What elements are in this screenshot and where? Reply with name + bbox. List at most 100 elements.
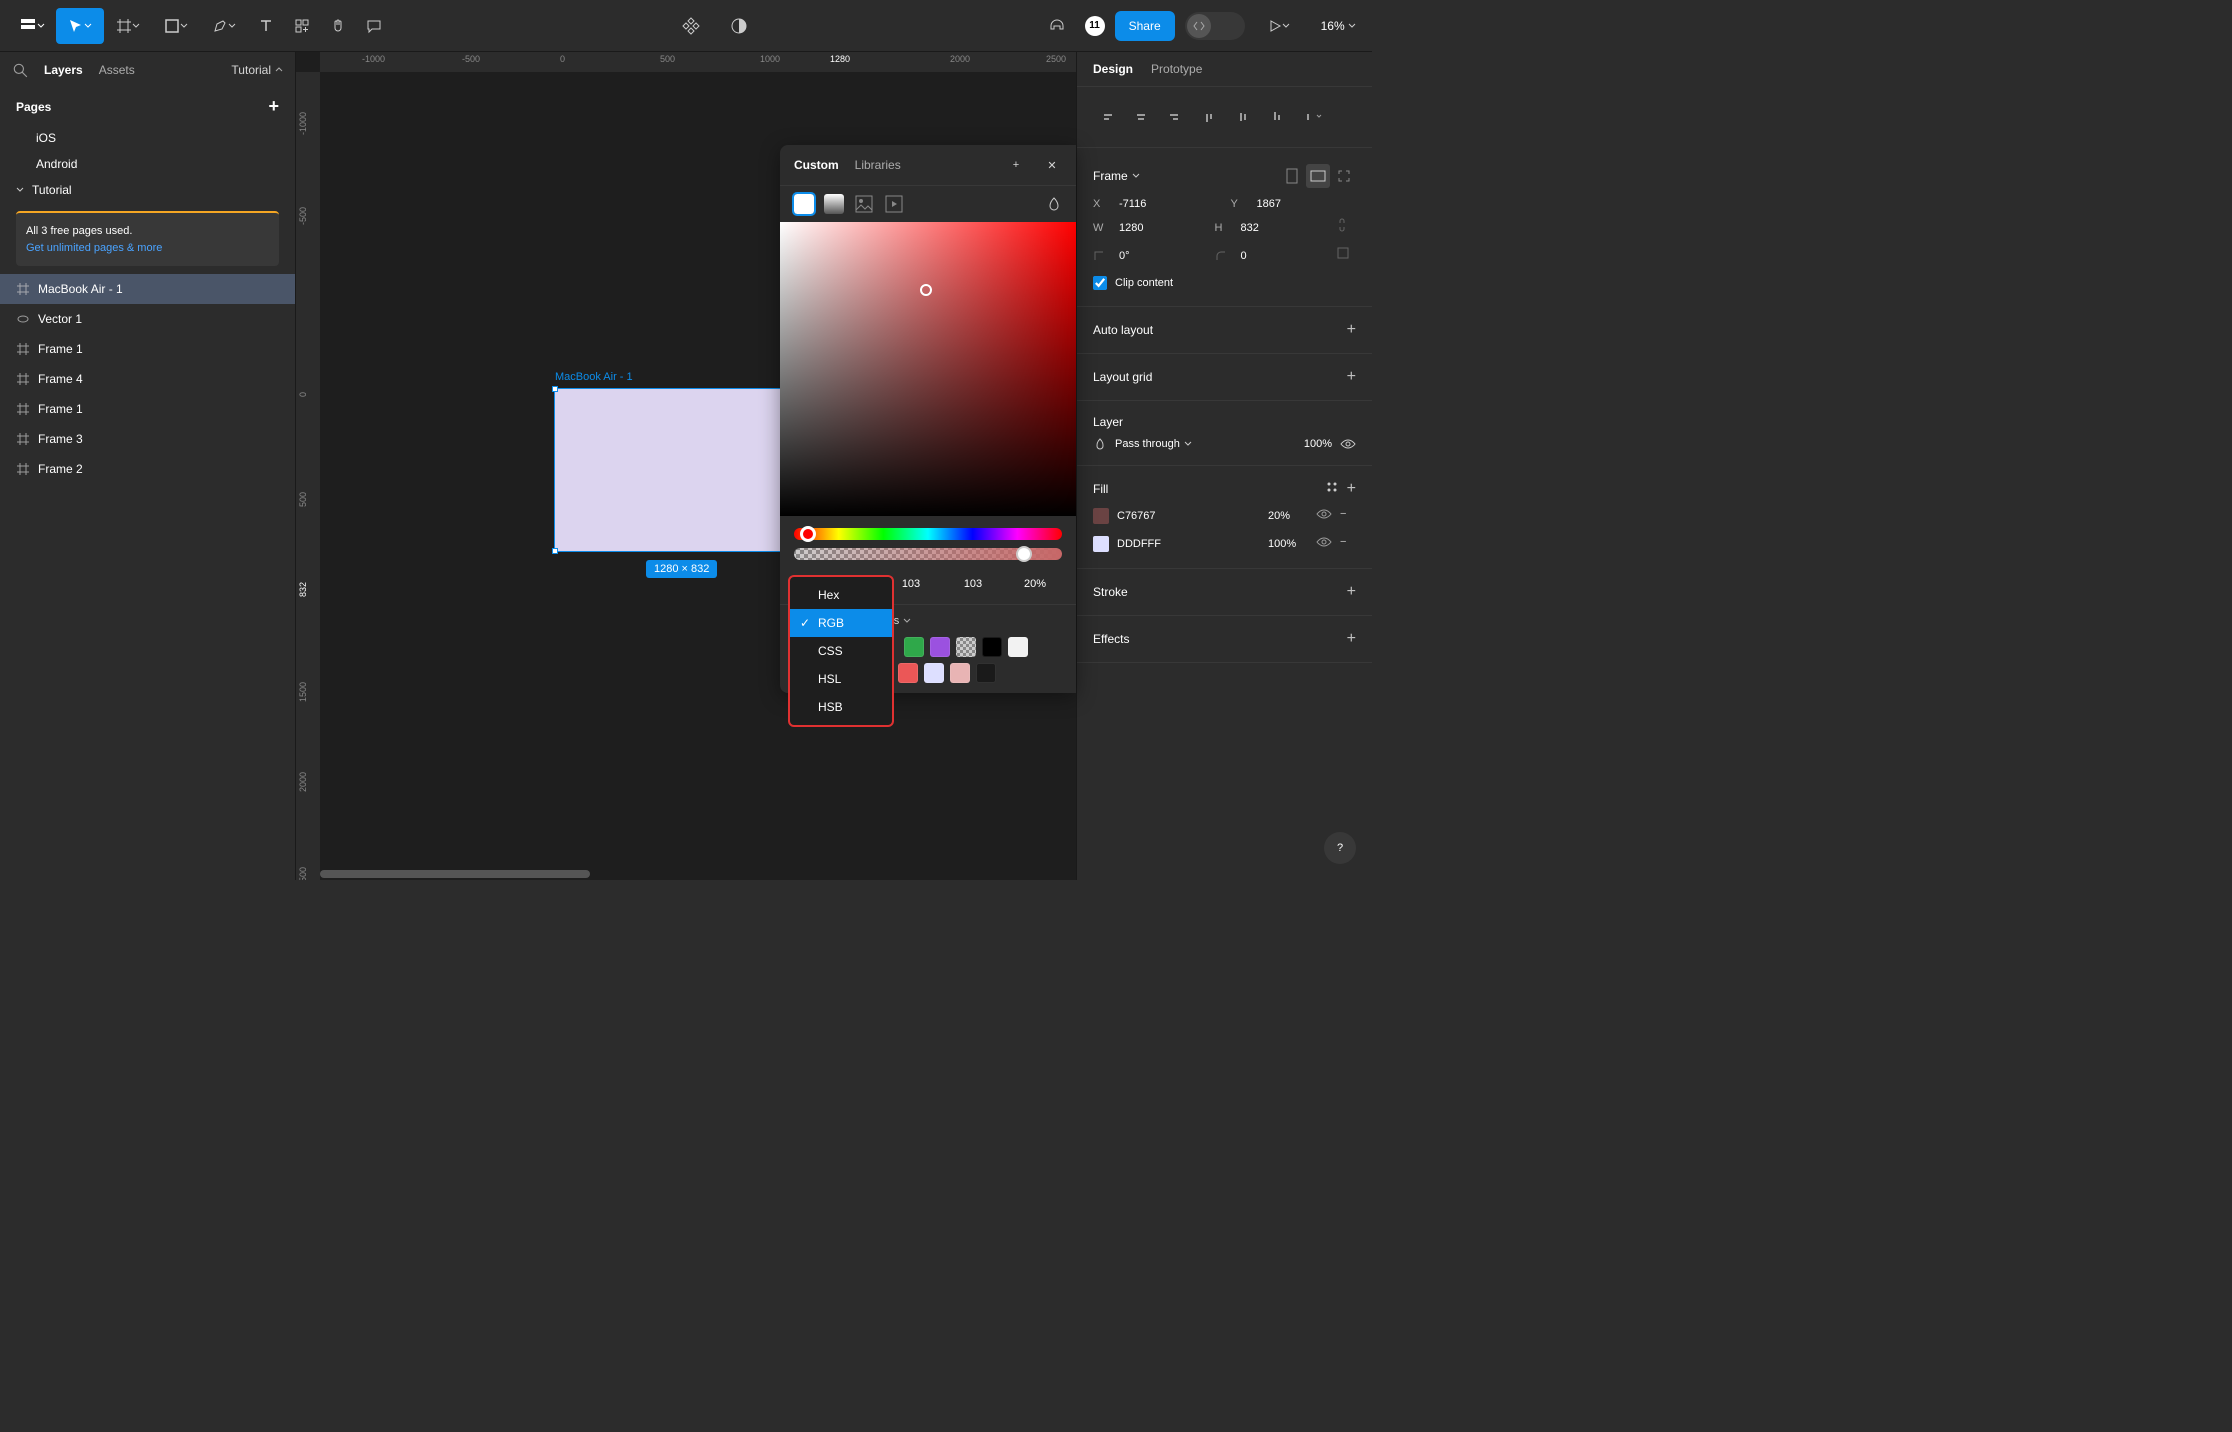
- alpha-value[interactable]: 20%: [1008, 574, 1062, 594]
- add-style-button[interactable]: +: [1006, 155, 1026, 175]
- layer-frame-3[interactable]: Frame 3: [0, 424, 295, 454]
- color-picker-dot[interactable]: [920, 284, 932, 296]
- page-item-android[interactable]: Android: [0, 151, 295, 177]
- swatch[interactable]: [930, 637, 950, 657]
- mask-icon[interactable]: [721, 8, 757, 44]
- align-top[interactable]: [1195, 105, 1223, 129]
- page-item-tutorial[interactable]: Tutorial: [0, 177, 295, 203]
- mode-option-css[interactable]: CSS: [790, 637, 892, 665]
- blend-mode-icon[interactable]: [1046, 196, 1062, 212]
- eye-icon[interactable]: [1316, 508, 1332, 524]
- swatch[interactable]: [1008, 637, 1028, 657]
- upgrade-link[interactable]: Get unlimited pages & more: [26, 240, 269, 257]
- orient-portrait[interactable]: [1280, 164, 1304, 188]
- hue-slider[interactable]: [794, 528, 1062, 540]
- share-button[interactable]: Share: [1115, 11, 1175, 41]
- fill-opacity[interactable]: 20%: [1268, 510, 1308, 522]
- frame-type-dropdown[interactable]: Frame: [1093, 169, 1140, 183]
- b-value[interactable]: 103: [946, 574, 1000, 594]
- layer-visibility[interactable]: [1340, 438, 1356, 450]
- swatch[interactable]: [924, 663, 944, 683]
- mode-option-hex[interactable]: Hex: [790, 581, 892, 609]
- layer-frame-2[interactable]: Frame 2: [0, 454, 295, 484]
- add-layoutgrid[interactable]: +: [1347, 368, 1356, 386]
- distribute[interactable]: [1297, 105, 1325, 129]
- zoom-level[interactable]: 16%: [1313, 19, 1364, 33]
- independent-corners[interactable]: [1336, 246, 1356, 266]
- solid-fill-type[interactable]: [794, 194, 814, 214]
- dev-mode-toggle[interactable]: [1185, 12, 1245, 40]
- eye-icon[interactable]: [1316, 536, 1332, 552]
- shape-tool[interactable]: [152, 8, 200, 44]
- image-fill-type[interactable]: [854, 194, 874, 214]
- swatch[interactable]: [956, 637, 976, 657]
- layer-frame-1a[interactable]: Frame 1: [0, 334, 295, 364]
- design-tab[interactable]: Design: [1093, 62, 1133, 76]
- add-autolayout[interactable]: +: [1347, 321, 1356, 339]
- selected-frame[interactable]: MacBook Air - 1: [554, 388, 806, 552]
- clip-content-checkbox[interactable]: [1093, 276, 1107, 290]
- align-bottom[interactable]: [1263, 105, 1291, 129]
- audio-icon[interactable]: [1039, 8, 1075, 44]
- align-left[interactable]: [1093, 105, 1121, 129]
- constrain-proportions[interactable]: [1336, 218, 1356, 238]
- add-stroke[interactable]: +: [1347, 583, 1356, 601]
- mode-option-hsl[interactable]: HSL: [790, 665, 892, 693]
- align-hcenter[interactable]: [1127, 105, 1155, 129]
- remove-fill[interactable]: −: [1340, 508, 1356, 524]
- comment-tool[interactable]: [356, 8, 392, 44]
- x-input[interactable]: -7116: [1119, 198, 1219, 210]
- component-icon[interactable]: [673, 8, 709, 44]
- swatch[interactable]: [982, 637, 1002, 657]
- avatar[interactable]: 11: [1085, 16, 1105, 36]
- mode-option-rgb[interactable]: RGB: [790, 609, 892, 637]
- mode-option-hsb[interactable]: HSB: [790, 693, 892, 721]
- orient-landscape[interactable]: [1306, 164, 1330, 188]
- text-tool[interactable]: [248, 8, 284, 44]
- layer-frame-4[interactable]: Frame 4: [0, 364, 295, 394]
- saturation-brightness-picker[interactable]: [780, 222, 1076, 516]
- swatch[interactable]: [950, 663, 970, 683]
- w-input[interactable]: 1280: [1119, 222, 1203, 234]
- rotation-input[interactable]: 0°: [1119, 250, 1203, 262]
- frame-tool[interactable]: [104, 8, 152, 44]
- libraries-tab[interactable]: Libraries: [855, 158, 901, 172]
- layer-vector-1[interactable]: Vector 1: [0, 304, 295, 334]
- g-value[interactable]: 103: [884, 574, 938, 594]
- fill-opacity[interactable]: 100%: [1268, 538, 1308, 550]
- page-item-ios[interactable]: iOS: [0, 125, 295, 151]
- search-icon[interactable]: [12, 62, 28, 78]
- add-page-button[interactable]: +: [268, 96, 279, 117]
- blend-mode-dropdown[interactable]: Pass through: [1115, 438, 1296, 450]
- resize-to-fit[interactable]: [1332, 164, 1356, 188]
- pen-tool[interactable]: [200, 8, 248, 44]
- y-input[interactable]: 1867: [1257, 198, 1357, 210]
- video-fill-type[interactable]: [884, 194, 904, 214]
- present-button[interactable]: [1255, 8, 1303, 44]
- custom-tab[interactable]: Custom: [794, 158, 839, 172]
- horizontal-scrollbar[interactable]: [320, 870, 590, 878]
- add-effect[interactable]: +: [1347, 630, 1356, 648]
- main-menu[interactable]: [8, 8, 56, 44]
- swatch[interactable]: [898, 663, 918, 683]
- layer-macbook-air-1[interactable]: MacBook Air - 1: [0, 274, 295, 304]
- swatch[interactable]: [976, 663, 996, 683]
- fill-hex[interactable]: DDDFFF: [1117, 538, 1260, 550]
- alpha-slider[interactable]: [794, 548, 1062, 560]
- fill-item-1[interactable]: DDDFFF 100% −: [1093, 530, 1356, 558]
- fill-chip[interactable]: [1093, 536, 1109, 552]
- align-vcenter[interactable]: [1229, 105, 1257, 129]
- swatch[interactable]: [904, 637, 924, 657]
- add-fill[interactable]: +: [1347, 480, 1356, 498]
- move-tool[interactable]: [56, 8, 104, 44]
- layer-frame-1b[interactable]: Frame 1: [0, 394, 295, 424]
- resources-tool[interactable]: [284, 8, 320, 44]
- layers-tab[interactable]: Layers: [44, 63, 83, 77]
- fill-hex[interactable]: C76767: [1117, 510, 1260, 522]
- page-dropdown[interactable]: Tutorial: [231, 63, 283, 77]
- h-input[interactable]: 832: [1241, 222, 1325, 234]
- remove-fill[interactable]: −: [1340, 536, 1356, 552]
- hand-tool[interactable]: [320, 8, 356, 44]
- close-panel-button[interactable]: ✕: [1042, 155, 1062, 175]
- assets-tab[interactable]: Assets: [99, 63, 135, 77]
